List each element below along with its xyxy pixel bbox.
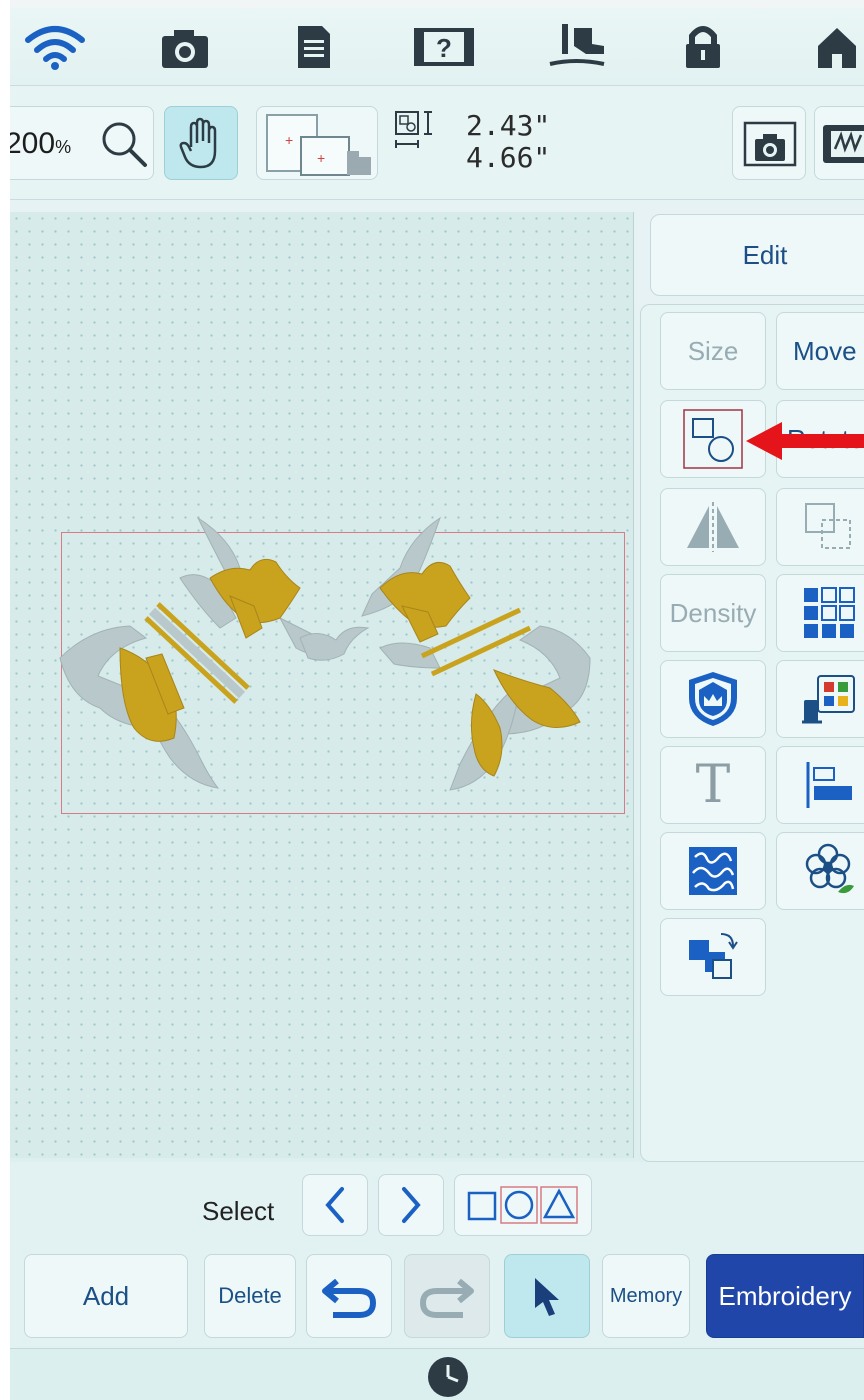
hoop-icon: + + [266,114,371,176]
redo-icon [419,1278,474,1318]
text-button[interactable]: T [660,746,766,824]
status-bar: ? [10,8,864,86]
move-button-label: Move [793,335,857,366]
select-bar: Select [10,1162,864,1248]
svg-text:+: + [317,150,325,166]
left-arrow-icon [325,1187,344,1223]
camera-icon[interactable] [160,24,210,70]
thread-color-icon [802,675,855,724]
applique-flower-icon [805,843,854,894]
mirror-icon [687,502,739,552]
dimension-icon [395,111,432,148]
hand-pan-button[interactable] [164,106,238,180]
delete-button-label: Delete [218,1283,282,1308]
bottom-bar: Add Delete Memory Embroidery [10,1248,864,1348]
lock-icon[interactable] [682,24,724,70]
undo-icon [322,1278,377,1318]
scan-camera-button[interactable] [732,106,806,180]
height-value: 2.43" [466,109,551,142]
multiple-select-icon [467,1186,578,1224]
embroidery-button-label: Embroidery [718,1280,852,1311]
embroidery-button[interactable]: Embroidery [706,1254,864,1338]
delete-button[interactable]: Delete [204,1254,296,1338]
thread-color-button[interactable] [776,660,864,738]
mirror-button[interactable] [660,488,766,566]
select-multiple-button[interactable] [454,1174,592,1236]
memory-button-label: Memory [609,1284,683,1307]
stitch-display-icon [823,125,864,163]
footer-bar [10,1348,864,1400]
zoom-icon [102,122,147,167]
home-icon[interactable] [812,24,862,70]
scan-camera-icon [743,121,797,167]
screen-bezel [0,0,10,1400]
size-button[interactable]: Size [660,312,766,390]
move-button[interactable]: Move [776,312,864,390]
applique-button[interactable] [776,832,864,910]
clock-icon[interactable] [426,1355,470,1399]
size-button-label: Size [687,335,739,366]
add-button[interactable]: Add [24,1254,188,1338]
memory-button[interactable]: Memory [602,1254,690,1338]
border-icon [689,933,738,979]
width-value: 4.66" [466,141,551,174]
select-next-button[interactable] [378,1174,444,1236]
duplicate-icon [805,503,851,549]
svg-text:+: + [285,132,293,148]
duplicate-button[interactable] [776,488,864,566]
align-button[interactable] [776,746,864,824]
zoom-unit: % [55,137,72,157]
stippling-icon [689,847,737,895]
select-previous-button[interactable] [302,1174,368,1236]
wifi-icon[interactable] [24,24,86,70]
tab-edit[interactable]: Edit [650,214,864,296]
dimensions-readout: 2.43" 4.66" [466,110,550,174]
stitch-display-button[interactable] [814,106,864,180]
border-button[interactable] [660,918,766,996]
presser-foot-icon[interactable] [546,24,606,70]
hoop-select-button[interactable]: + + [256,106,378,180]
group-shapes-icon [683,409,743,469]
embroidery-canvas[interactable] [10,212,634,1158]
help-film-icon[interactable]: ? [412,24,476,70]
embroidery-edit-screen: ? 200% + + 2.43" 4.66" Edit Size Move De… [10,8,864,1400]
redo-button[interactable] [404,1254,490,1338]
top-toolbar: 200% + + 2.43" 4.66" [10,90,864,200]
border-crest-button[interactable] [660,660,766,738]
align-icon [806,762,852,808]
hand-icon [179,117,217,169]
select-cursor-button[interactable] [504,1254,590,1338]
select-label: Select [202,1196,275,1226]
text-icon: T [695,755,731,815]
document-icon[interactable] [294,24,334,70]
svg-text:?: ? [436,33,452,63]
zoom-button[interactable]: 200% [10,106,154,180]
array-icon [804,587,855,638]
density-button-label: Density [669,597,757,628]
undo-button[interactable] [306,1254,392,1338]
stippling-button[interactable] [660,832,766,910]
cursor-icon [535,1278,559,1316]
zoom-value: 200 [10,127,56,160]
add-button-label: Add [82,1280,130,1311]
pointer-arrow-annotation [746,422,864,460]
embroidery-design[interactable] [50,508,610,808]
array-button[interactable] [776,574,864,652]
right-arrow-icon [402,1187,421,1223]
density-button[interactable]: Density [660,574,766,652]
tab-edit-label: Edit [742,239,788,270]
shield-crown-icon [689,672,737,726]
